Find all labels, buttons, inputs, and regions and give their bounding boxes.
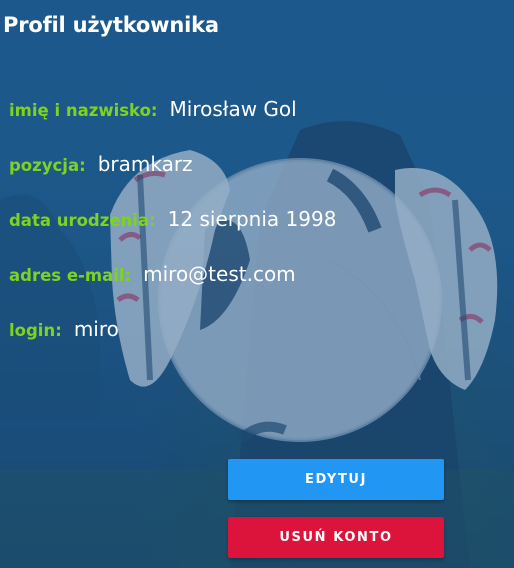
field-email: adres e-mail: miro@test.com: [9, 262, 489, 317]
field-birth-date-label: data urodzenia:: [9, 211, 156, 230]
field-birth-date-value: 12 sierpnia 1998: [167, 207, 337, 231]
field-position: pozycja: bramkarz: [9, 152, 489, 207]
profile-details: imię i nazwisko: Mirosław Gol pozycja: b…: [9, 97, 489, 372]
delete-account-button[interactable]: USUŃ KONTO: [228, 517, 444, 558]
field-email-value: miro@test.com: [143, 262, 296, 286]
field-full-name-value: Mirosław Gol: [169, 97, 297, 121]
edit-button[interactable]: EDYTUJ: [228, 459, 444, 500]
field-position-value: bramkarz: [97, 152, 193, 176]
page-title: Profil użytkownika: [3, 13, 219, 37]
field-full-name: imię i nazwisko: Mirosław Gol: [9, 97, 489, 152]
field-login-label: login:: [9, 321, 62, 340]
field-full-name-label: imię i nazwisko:: [9, 101, 158, 120]
field-birth-date: data urodzenia: 12 sierpnia 1998: [9, 207, 489, 262]
field-login: login: miro: [9, 317, 489, 372]
field-position-label: pozycja:: [9, 156, 86, 175]
profile-page: Profil użytkownika imię i nazwisko: Miro…: [0, 0, 514, 568]
field-email-label: adres e-mail:: [9, 266, 132, 285]
field-login-value: miro: [73, 317, 119, 341]
